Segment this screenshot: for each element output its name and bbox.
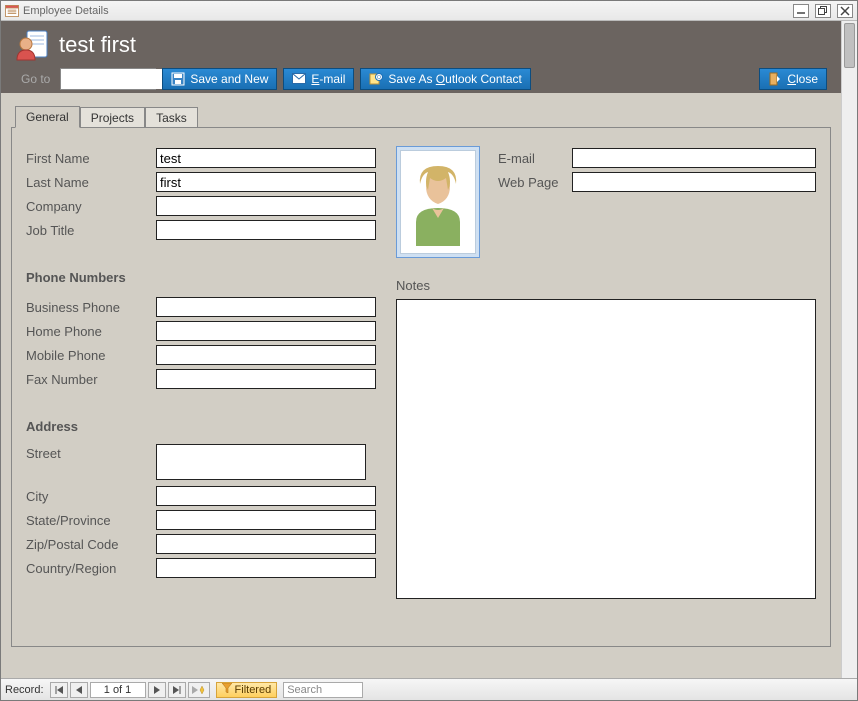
zip-label: Zip/Postal Code: [26, 537, 156, 552]
form-icon: [5, 5, 19, 17]
photo-placeholder-icon: [400, 150, 476, 254]
save-and-new-button[interactable]: Save and New: [162, 68, 277, 90]
notes-label: Notes: [396, 278, 816, 293]
nav-next-button[interactable]: [148, 682, 166, 698]
fax-label: Fax Number: [26, 372, 156, 387]
fax-field[interactable]: [156, 369, 376, 389]
street-field[interactable]: [156, 444, 366, 480]
state-field[interactable]: [156, 510, 376, 530]
nav-new-button[interactable]: [188, 682, 210, 698]
save-as-outlook-button[interactable]: O Save As Outlook Contact: [360, 68, 530, 90]
tab-tasks[interactable]: Tasks: [145, 107, 198, 128]
email-label: E-mail: [498, 151, 572, 166]
employee-details-window: Employee Details: [0, 0, 858, 701]
close-window-button[interactable]: [837, 4, 853, 18]
save-icon: [171, 72, 185, 86]
tab-projects[interactable]: Projects: [80, 107, 145, 128]
last-name-label: Last Name: [26, 175, 156, 190]
street-label: Street: [26, 444, 156, 461]
tabstrip: General Projects Tasks: [15, 103, 831, 127]
door-close-icon: [768, 72, 782, 86]
job-title-field[interactable]: [156, 220, 376, 240]
company-field[interactable]: [156, 196, 376, 216]
web-page-label: Web Page: [498, 175, 572, 190]
city-label: City: [26, 489, 156, 504]
vertical-scrollbar[interactable]: [841, 21, 857, 678]
left-column: First Name Last Name Company Job Ti: [26, 146, 376, 599]
svg-text:O: O: [377, 75, 381, 81]
form-header: test first Go to ▾ Save and New: [1, 21, 841, 93]
employee-icon: [15, 28, 49, 62]
nav-first-button[interactable]: [50, 682, 68, 698]
tab-panel-general: First Name Last Name Company Job Ti: [11, 127, 831, 647]
form-body: General Projects Tasks First Name Last N…: [1, 93, 841, 678]
record-counter[interactable]: 1 of 1: [90, 682, 146, 698]
first-name-label: First Name: [26, 151, 156, 166]
notes-field[interactable]: [396, 299, 816, 599]
state-label: State/Province: [26, 513, 156, 528]
mobile-phone-field[interactable]: [156, 345, 376, 365]
close-button[interactable]: Close: [759, 68, 827, 90]
scroll-thumb[interactable]: [844, 23, 855, 68]
content-area: test first Go to ▾ Save and New: [1, 21, 857, 678]
record-navigation: Record: 1 of 1 Filtered Search: [1, 678, 857, 700]
nav-prev-button[interactable]: [70, 682, 88, 698]
company-label: Company: [26, 199, 156, 214]
email-field[interactable]: [572, 148, 816, 168]
save-as-outlook-label: Save As Outlook Contact: [388, 72, 521, 86]
outlook-icon: O: [369, 72, 383, 86]
goto-combo[interactable]: ▾: [60, 68, 156, 90]
job-title-label: Job Title: [26, 223, 156, 238]
funnel-icon: [222, 683, 232, 696]
business-phone-field[interactable]: [156, 297, 376, 317]
address-section-header: Address: [26, 419, 376, 434]
zip-field[interactable]: [156, 534, 376, 554]
close-label: Close: [787, 72, 818, 86]
save-and-new-label: Save and New: [190, 72, 268, 86]
header-title: test first: [59, 32, 136, 58]
nav-last-button[interactable]: [168, 682, 186, 698]
web-page-field[interactable]: [572, 172, 816, 192]
email-label: E-mail: [311, 72, 345, 86]
record-nav-label: Record:: [5, 684, 44, 696]
home-phone-label: Home Phone: [26, 324, 156, 339]
first-name-field[interactable]: [156, 148, 376, 168]
minimize-button[interactable]: [793, 4, 809, 18]
restore-button[interactable]: [815, 4, 831, 18]
city-field[interactable]: [156, 486, 376, 506]
email-icon: [292, 72, 306, 86]
right-column: E-mail Web Page Notes: [396, 146, 816, 599]
last-name-field[interactable]: [156, 172, 376, 192]
employee-photo[interactable]: [396, 146, 480, 258]
record-search-input[interactable]: Search: [283, 682, 363, 698]
tab-general[interactable]: General: [15, 106, 80, 128]
mobile-phone-label: Mobile Phone: [26, 348, 156, 363]
home-phone-field[interactable]: [156, 321, 376, 341]
filter-button[interactable]: Filtered: [216, 682, 278, 698]
country-field[interactable]: [156, 558, 376, 578]
titlebar: Employee Details: [1, 1, 857, 21]
email-button[interactable]: E-mail: [283, 68, 354, 90]
business-phone-label: Business Phone: [26, 300, 156, 315]
window-title: Employee Details: [23, 5, 109, 17]
filter-label: Filtered: [235, 684, 272, 696]
country-label: Country/Region: [26, 561, 156, 576]
toolbar: Go to ▾ Save and New E-mail: [15, 65, 827, 93]
goto-label: Go to: [21, 72, 50, 86]
phone-section-header: Phone Numbers: [26, 270, 376, 285]
